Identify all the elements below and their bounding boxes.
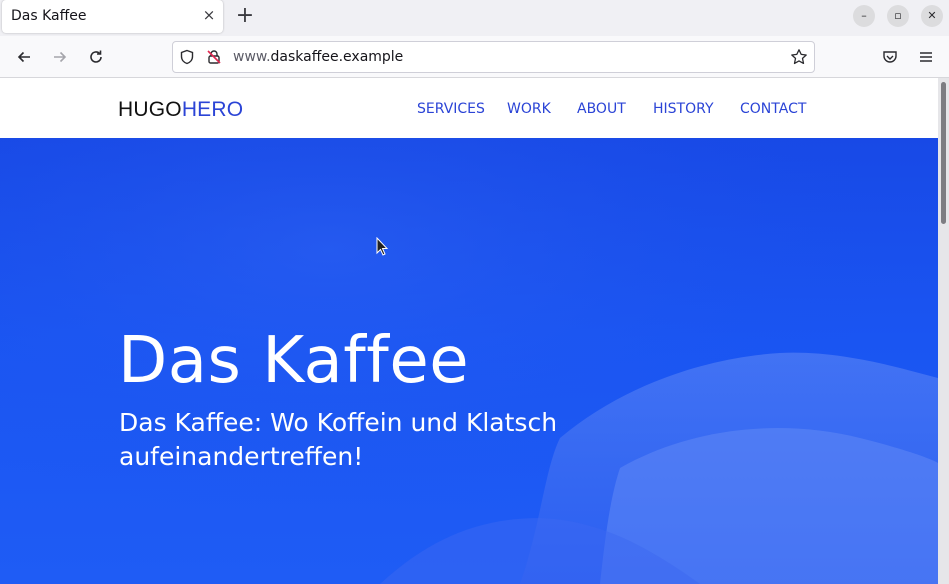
- lock-insecure-icon[interactable]: [206, 49, 222, 69]
- forward-icon[interactable]: [48, 45, 72, 69]
- hero-title: Das Kaffee: [118, 324, 470, 398]
- address-bar[interactable]: www.daskaffee.example: [172, 41, 815, 73]
- window-minimize-button[interactable]: –: [853, 5, 875, 27]
- new-tab-button[interactable]: +: [234, 5, 256, 27]
- shield-icon[interactable]: [179, 49, 195, 69]
- hero-subtitle: Das Kaffee: Wo Koffein und Klatsch aufei…: [119, 408, 558, 471]
- hero-section: Das Kaffee Das Kaffee: Wo Koffein und Kl…: [0, 138, 938, 584]
- site-header: HUGOHERO SERVICES WORK ABOUT HISTORY CON…: [0, 78, 938, 138]
- logo-text-hero: HERO: [181, 98, 244, 121]
- scrollbar-thumb[interactable]: [941, 82, 946, 224]
- window-restore-button[interactable]: ▫: [887, 5, 909, 27]
- back-icon[interactable]: [12, 45, 36, 69]
- tab-das-kaffee[interactable]: Das Kaffee ×: [2, 0, 223, 33]
- mouse-cursor-icon: [376, 237, 388, 256]
- window-close-button[interactable]: ✕: [921, 5, 943, 27]
- url-text[interactable]: www.daskaffee.example: [233, 49, 403, 65]
- navigation-toolbar: www.daskaffee.example: [0, 36, 949, 78]
- menu-icon[interactable]: [914, 45, 938, 69]
- page-scrollbar[interactable]: [938, 78, 949, 584]
- nav-link-work[interactable]: WORK: [507, 101, 551, 117]
- logo-text-hugo: HUGO: [118, 98, 182, 121]
- nav-link-services[interactable]: SERVICES: [417, 101, 485, 117]
- reload-icon[interactable]: [84, 45, 108, 69]
- tab-title: Das Kaffee: [11, 8, 87, 24]
- url-prefix: www.: [233, 49, 271, 65]
- nav-link-about[interactable]: ABOUT: [577, 101, 626, 117]
- pocket-icon[interactable]: [878, 45, 902, 69]
- web-page: HUGOHERO SERVICES WORK ABOUT HISTORY CON…: [0, 78, 938, 584]
- tab-close-icon[interactable]: ×: [201, 7, 217, 23]
- nav-link-history[interactable]: HISTORY: [653, 101, 714, 117]
- star-icon[interactable]: [790, 48, 808, 70]
- nav-link-contact[interactable]: CONTACT: [740, 101, 806, 117]
- url-domain: daskaffee.example: [270, 49, 404, 65]
- site-logo[interactable]: HUGOHERO: [118, 98, 243, 122]
- tab-strip: Das Kaffee × + – ▫ ✕: [0, 0, 949, 36]
